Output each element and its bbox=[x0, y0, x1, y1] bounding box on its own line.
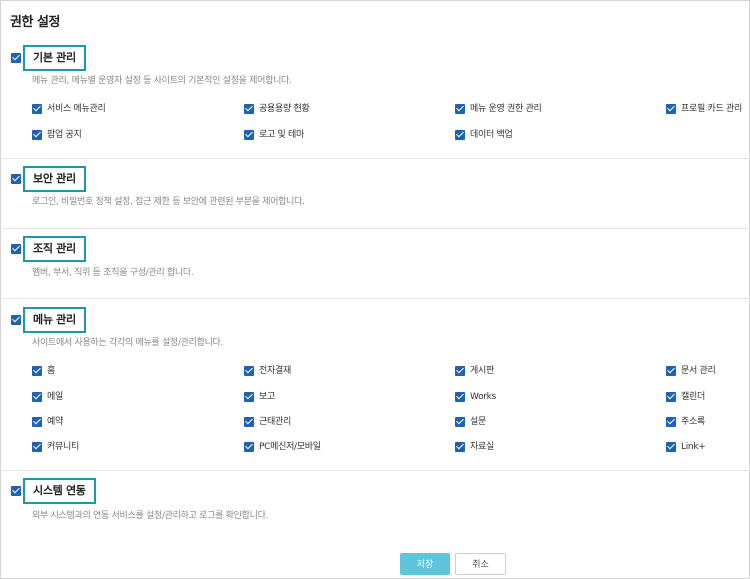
checkbox[interactable] bbox=[666, 104, 676, 114]
section-title: 보안 관리 bbox=[23, 166, 86, 192]
checkbox[interactable] bbox=[244, 392, 254, 402]
checkbox[interactable] bbox=[455, 104, 465, 114]
section-description: 멤버, 부서, 직위 등 조직을 구성/관리 합니다. bbox=[32, 268, 194, 278]
checkbox[interactable] bbox=[32, 130, 42, 140]
permission-item-label: 데이터 백업 bbox=[470, 130, 513, 140]
checkbox[interactable] bbox=[32, 417, 42, 427]
section-divider bbox=[2, 228, 750, 229]
permission-item-label: 메뉴 운영 권한 관리 bbox=[470, 104, 542, 114]
section-checkbox-security[interactable] bbox=[11, 174, 21, 184]
permission-item-label: Works bbox=[470, 392, 496, 402]
permission-item-label: 자료실 bbox=[470, 442, 494, 452]
section-checkbox-system[interactable] bbox=[11, 486, 21, 496]
permission-item-label: 보고 bbox=[259, 392, 275, 402]
checkbox[interactable] bbox=[455, 417, 465, 427]
permission-item-label: 문서 관리 bbox=[681, 366, 716, 376]
checkbox[interactable] bbox=[455, 442, 465, 452]
permission-item-label: 로고 및 테마 bbox=[259, 130, 305, 140]
page-title: 권한 설정 bbox=[10, 15, 60, 30]
section-title: 시스템 연동 bbox=[23, 478, 96, 504]
permission-item-label: 커뮤니티 bbox=[47, 442, 79, 452]
permission-item-label: 팝업 공지 bbox=[47, 130, 82, 140]
section-description: 로그인, 비밀번호 정책 설정, 접근 제한 등 보안에 관련된 부분을 제어합… bbox=[32, 197, 305, 207]
permission-item-label: Link+ bbox=[681, 442, 706, 452]
section-title: 메뉴 관리 bbox=[23, 307, 86, 333]
save-button[interactable]: 저장 bbox=[400, 553, 450, 575]
permission-item-label: 전자결재 bbox=[259, 366, 291, 376]
permission-item-label: 게시판 bbox=[470, 366, 494, 376]
permission-item-label: PC메신저/모바일 bbox=[259, 442, 321, 452]
section-checkbox-organization[interactable] bbox=[11, 244, 21, 254]
section-checkbox-menu[interactable] bbox=[11, 315, 21, 325]
checkbox[interactable] bbox=[244, 130, 254, 140]
permission-item-label: 주소록 bbox=[681, 417, 705, 427]
section-description: 메뉴 관리, 메뉴별 운영자 설정 등 사이트의 기본적인 설정을 제어합니다. bbox=[32, 76, 292, 86]
section-divider bbox=[2, 298, 750, 299]
permission-item-label: 캘린더 bbox=[681, 392, 705, 402]
checkbox[interactable] bbox=[666, 366, 676, 376]
section-description: 외부 시스템과의 연동 서비스를 설정/관리하고 로그를 확인합니다. bbox=[32, 511, 269, 521]
permission-item-label: 예약 bbox=[47, 417, 63, 427]
checkbox[interactable] bbox=[32, 104, 42, 114]
permission-item-label: 메일 bbox=[47, 392, 63, 402]
section-checkbox-basic[interactable] bbox=[11, 53, 21, 63]
permission-item-label: 프로필 카드 관리 bbox=[681, 104, 742, 114]
checkbox[interactable] bbox=[244, 366, 254, 376]
permission-item-label: 근태관리 bbox=[259, 417, 291, 427]
checkbox[interactable] bbox=[32, 366, 42, 376]
permission-settings-panel: 권한 설정 기본 관리 메뉴 관리, 메뉴별 운영자 설정 등 사이트의 기본적… bbox=[0, 0, 750, 579]
checkbox[interactable] bbox=[455, 130, 465, 140]
checkbox[interactable] bbox=[666, 392, 676, 402]
permission-item-label: 서비스 메뉴관리 bbox=[47, 104, 106, 114]
section-divider bbox=[2, 158, 750, 159]
permission-item-label: 홈 bbox=[47, 366, 55, 376]
checkbox[interactable] bbox=[666, 417, 676, 427]
checkbox[interactable] bbox=[244, 104, 254, 114]
section-description: 사이트에서 사용하는 각각의 메뉴를 설정/관리합니다. bbox=[32, 338, 224, 348]
permission-item-label: 설문 bbox=[470, 417, 486, 427]
checkbox[interactable] bbox=[455, 392, 465, 402]
section-title: 기본 관리 bbox=[23, 45, 86, 71]
checkbox[interactable] bbox=[666, 442, 676, 452]
checkbox[interactable] bbox=[455, 366, 465, 376]
cancel-button[interactable]: 취소 bbox=[455, 553, 506, 575]
permission-item-label: 공용용량 현황 bbox=[259, 104, 310, 114]
checkbox[interactable] bbox=[244, 442, 254, 452]
checkbox[interactable] bbox=[244, 417, 254, 427]
checkbox[interactable] bbox=[32, 392, 42, 402]
section-divider bbox=[2, 470, 750, 471]
section-title: 조직 관리 bbox=[23, 236, 86, 262]
checkbox[interactable] bbox=[32, 442, 42, 452]
